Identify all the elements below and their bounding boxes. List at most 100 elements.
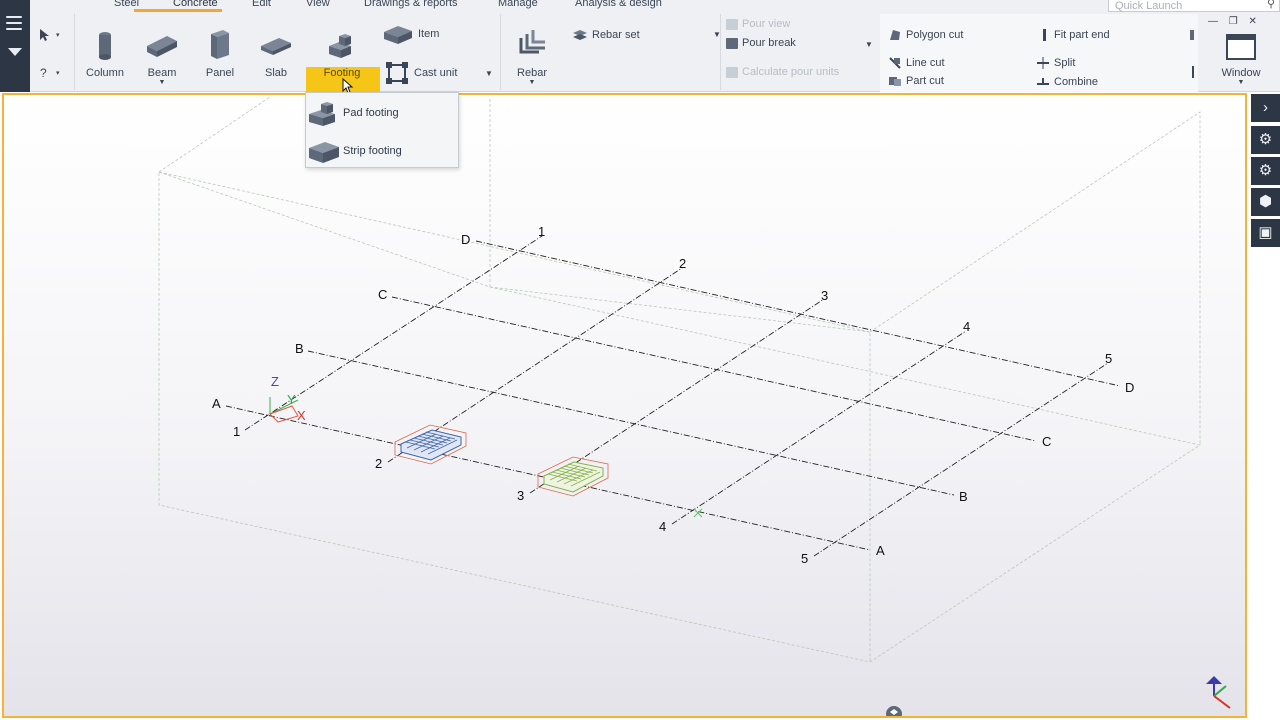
snap-point-marker <box>693 508 703 518</box>
pour-break-dropdown-icon[interactable]: ▼ <box>865 40 873 49</box>
grid-label-a: A <box>212 396 221 411</box>
beam-icon <box>147 36 177 57</box>
item-label: Item <box>418 28 440 40</box>
main-menu-icon[interactable] <box>6 16 22 30</box>
cube-icon: ⬢ <box>1258 193 1273 210</box>
properties-button[interactable]: ⚙ <box>1251 126 1280 154</box>
applications-button[interactable]: ▣ <box>1251 219 1280 247</box>
polygon-cut-icon <box>890 30 900 40</box>
cast-unit-button[interactable]: Cast unit <box>384 60 457 86</box>
combine-button[interactable]: Combine <box>1036 75 1098 89</box>
rebar-label: Rebar <box>517 67 547 79</box>
grid-label-c: C <box>378 287 387 302</box>
calculate-pour-units-button[interactable]: Calculate pour units <box>726 66 839 78</box>
split-label: Split <box>1054 57 1076 69</box>
beam-dropdown-icon[interactable]: ▼ <box>140 79 184 86</box>
window-icon <box>1226 34 1256 60</box>
line-cut-button[interactable]: Line cut <box>888 56 945 70</box>
tab-edit[interactable]: Edit <box>252 0 271 9</box>
model-view-3d[interactable]: A B C D A B C D 1 2 3 4 5 1 2 3 4 5 Z Y … <box>2 93 1247 718</box>
tab-view[interactable]: View <box>306 0 330 9</box>
catalog-button[interactable]: ⬢ <box>1251 188 1280 216</box>
help-pointer-button[interactable]: ? ▾ <box>38 66 60 80</box>
cast-unit-label: Cast unit <box>414 67 458 79</box>
pour-view-icon <box>726 18 738 30</box>
grid-label-3: 3 <box>517 488 524 503</box>
chevron-right-icon: › <box>1263 99 1268 116</box>
grid-label-5-end: 5 <box>1105 351 1112 366</box>
combine-icon <box>1037 78 1049 85</box>
settings-button[interactable]: ⚙ <box>1251 157 1280 185</box>
grid-label-5: 5 <box>801 551 808 566</box>
quick-launch-placeholder: Quick Launch <box>1115 0 1183 12</box>
tab-drawings-reports[interactable]: Drawings & reports <box>364 0 458 9</box>
quick-launch-input[interactable]: Quick Launch ⚲ <box>1108 0 1280 12</box>
split-button[interactable]: Split <box>1036 56 1075 70</box>
window-dropdown-icon[interactable]: ▼ <box>1214 79 1268 86</box>
pad-footing-rebar-cage[interactable] <box>394 424 467 465</box>
grid-label-4-end: 4 <box>963 319 970 334</box>
pour-view-label: Pour view <box>742 18 791 30</box>
line-cut-icon <box>889 57 901 69</box>
rebar-set-button[interactable]: Rebar set <box>572 28 640 42</box>
separator <box>74 14 75 90</box>
footing-icon <box>329 34 351 58</box>
footing-button[interactable]: Footing <box>318 30 366 79</box>
pointer-icon <box>40 29 49 41</box>
tab-steel[interactable]: Steel <box>114 0 139 9</box>
tab-manage[interactable]: Manage <box>498 0 538 9</box>
pad-footing-label: Pad footing <box>343 107 399 119</box>
grid-label-1: 1 <box>233 424 240 439</box>
panel-icon <box>211 30 229 59</box>
grid-label-c-end: C <box>1042 434 1051 449</box>
panel-label: Panel <box>205 67 235 79</box>
minimize-icon[interactable]: — <box>1208 16 1218 27</box>
tab-analysis-design[interactable]: Analysis & design <box>575 0 662 9</box>
fit-part-end-button[interactable]: Fit part end <box>1040 28 1110 42</box>
item-button[interactable]: Item <box>382 22 439 46</box>
grid-label-b-end: B <box>959 489 968 504</box>
model-scene: A B C D A B C D 1 2 3 4 5 1 2 3 4 5 Z Y … <box>158 96 1231 716</box>
footing-dropdown-menu: Pad footing Strip footing <box>305 92 459 168</box>
rebar-button[interactable]: Rebar ▼ <box>508 28 556 86</box>
menu-item-pad-footing[interactable]: Pad footing <box>306 95 458 131</box>
rebar-dropdown-icon[interactable]: ▼ <box>508 79 556 86</box>
properties-icon: ⚙ <box>1258 131 1273 148</box>
axis-label-x: X <box>297 408 306 423</box>
menu-item-strip-footing[interactable]: Strip footing <box>306 133 458 169</box>
calculate-pour-units-icon <box>726 66 738 78</box>
cast-unit-icon <box>386 62 408 84</box>
pour-break-icon <box>726 37 738 49</box>
part-cut-button[interactable]: Part cut <box>888 75 944 87</box>
tab-concrete[interactable]: Concrete <box>173 0 218 9</box>
beam-button[interactable]: Beam ▼ <box>140 28 184 86</box>
quick-access-dropdown-icon[interactable] <box>8 48 22 56</box>
rebar-set-icon <box>573 30 587 40</box>
grid-lines <box>225 235 1121 557</box>
column-button[interactable]: Column <box>82 28 128 79</box>
select-tool-button[interactable]: ▾ <box>38 28 60 42</box>
slab-button[interactable]: Slab <box>256 28 296 79</box>
cast-unit-dropdown-icon[interactable]: ▼ <box>485 69 493 78</box>
left-quick-strip <box>0 0 30 92</box>
window-button[interactable]: Window ▼ <box>1214 32 1268 86</box>
calculate-pour-units-label: Calculate pour units <box>742 66 840 78</box>
navigation-cube-icon[interactable] <box>886 706 902 716</box>
view-orientation-icon[interactable] <box>1206 676 1231 709</box>
restore-icon[interactable]: ❐ <box>1229 16 1238 27</box>
pour-view-button[interactable]: Pour view <box>726 18 790 30</box>
grid-label-d-end: D <box>1125 380 1134 395</box>
strip-footing-icon <box>309 142 339 163</box>
slab-label: Slab <box>264 67 288 79</box>
panel-button[interactable]: Panel <box>200 28 240 79</box>
strip-footing-rebar-cage[interactable] <box>537 456 609 497</box>
grid-label-2-end: 2 <box>679 256 686 271</box>
close-icon[interactable]: ✕ <box>1249 16 1257 27</box>
grid-label-b: B <box>295 341 304 356</box>
coordinate-axes-symbol: Z Y X <box>269 374 306 423</box>
active-tab-indicator <box>134 9 222 12</box>
grid-label-3-end: 3 <box>821 288 828 303</box>
polygon-cut-button[interactable]: Polygon cut <box>888 28 963 42</box>
pour-break-button[interactable]: Pour break <box>726 37 796 49</box>
expand-panel-button[interactable]: › <box>1251 94 1280 122</box>
